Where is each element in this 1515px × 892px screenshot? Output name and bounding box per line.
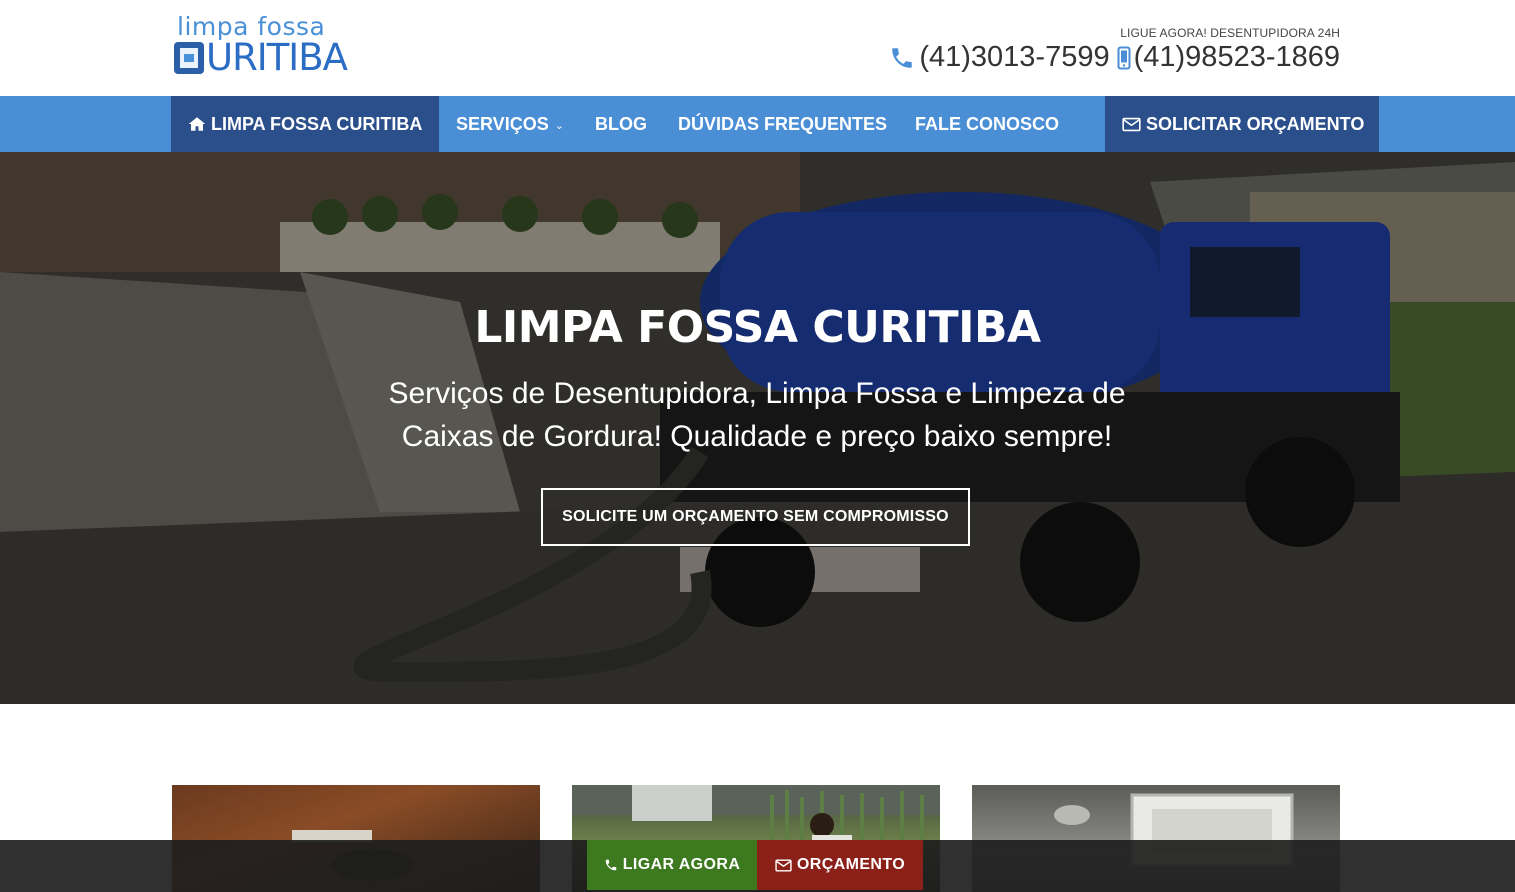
nav-item-duvidas[interactable]: DÚVIDAS FREQUENTES bbox=[678, 96, 887, 152]
hero-banner: LIMPA FOSSA CURITIBA Serviços de Desentu… bbox=[0, 152, 1515, 704]
quote-label: ORÇAMENTO bbox=[796, 856, 906, 873]
nav-servicos-label: SERVIÇOS bbox=[456, 114, 549, 134]
hero-subtitle: Serviços de Desentupidora, Limpa Fossa e… bbox=[388, 377, 1126, 453]
nav-home-label: LIMPA FOSSA CURITIBA bbox=[211, 114, 423, 134]
logo-text-bottom: URITIBA bbox=[206, 36, 348, 79]
phone-landline[interactable]: (41)3013-7599 bbox=[889, 41, 1110, 74]
header-contact: LIGUE AGORA! DESENTUPIDORA 24H (41)3013-… bbox=[889, 26, 1340, 74]
nav-fale-label: FALE CONOSCO bbox=[915, 114, 1060, 134]
envelope-icon bbox=[1122, 117, 1141, 131]
nav-item-servicos[interactable]: SERVIÇOS ⌄ bbox=[456, 96, 564, 152]
contact-tagline: LIGUE AGORA! DESENTUPIDORA 24H bbox=[1120, 26, 1340, 40]
sticky-action-bar: LIGAR AGORA ORÇAMENTO bbox=[0, 840, 1515, 892]
chevron-down-icon: ⌄ bbox=[554, 119, 564, 132]
page: limpa fossa URITIBA LIGUE AGORA! DESENTU… bbox=[0, 0, 1515, 892]
nav-blog-label: BLOG bbox=[595, 114, 647, 134]
call-now-button[interactable]: LIGAR AGORA bbox=[587, 840, 757, 890]
nav-item-home[interactable]: LIMPA FOSSA CURITIBA bbox=[171, 96, 439, 152]
nav-item-fale-conosco[interactable]: FALE CONOSCO bbox=[915, 96, 1059, 152]
main-nav: LIMPA FOSSA CURITIBA SERVIÇOS ⌄ BLOG DÚV… bbox=[0, 96, 1515, 152]
envelope-icon bbox=[775, 858, 792, 872]
home-icon bbox=[188, 117, 206, 131]
phone-mobile[interactable]: (41)98523-1869 bbox=[1110, 41, 1340, 74]
site-header: limpa fossa URITIBA LIGUE AGORA! DESENTU… bbox=[0, 0, 1515, 96]
logo-mark-icon bbox=[174, 42, 204, 74]
mobile-icon bbox=[1117, 46, 1131, 69]
phone-list: (41)3013-7599 (41)98523-1869 bbox=[889, 41, 1340, 74]
phone-mobile-number: (41)98523-1869 bbox=[1133, 41, 1340, 73]
phone-icon bbox=[605, 859, 616, 871]
phone-icon bbox=[892, 47, 913, 68]
phone-landline-number: (41)3013-7599 bbox=[919, 41, 1110, 73]
hero-cta-button[interactable]: SOLICITE UM ORÇAMENTO SEM COMPROMISSO bbox=[541, 488, 970, 546]
nav-duvidas-label: DÚVIDAS FREQUENTES bbox=[678, 114, 888, 134]
hero-title: LIMPA FOSSA CURITIBA bbox=[474, 302, 1041, 353]
site-logo[interactable]: limpa fossa URITIBA bbox=[172, 12, 352, 79]
quote-button[interactable]: ORÇAMENTO bbox=[757, 840, 923, 890]
nav-item-blog[interactable]: BLOG bbox=[595, 96, 647, 152]
nav-item-solicitar-orcamento[interactable]: SOLICITAR ORÇAMENTO bbox=[1105, 96, 1379, 152]
call-now-label: LIGAR AGORA bbox=[622, 856, 741, 873]
nav-orcamento-label: SOLICITAR ORÇAMENTO bbox=[1146, 114, 1365, 134]
